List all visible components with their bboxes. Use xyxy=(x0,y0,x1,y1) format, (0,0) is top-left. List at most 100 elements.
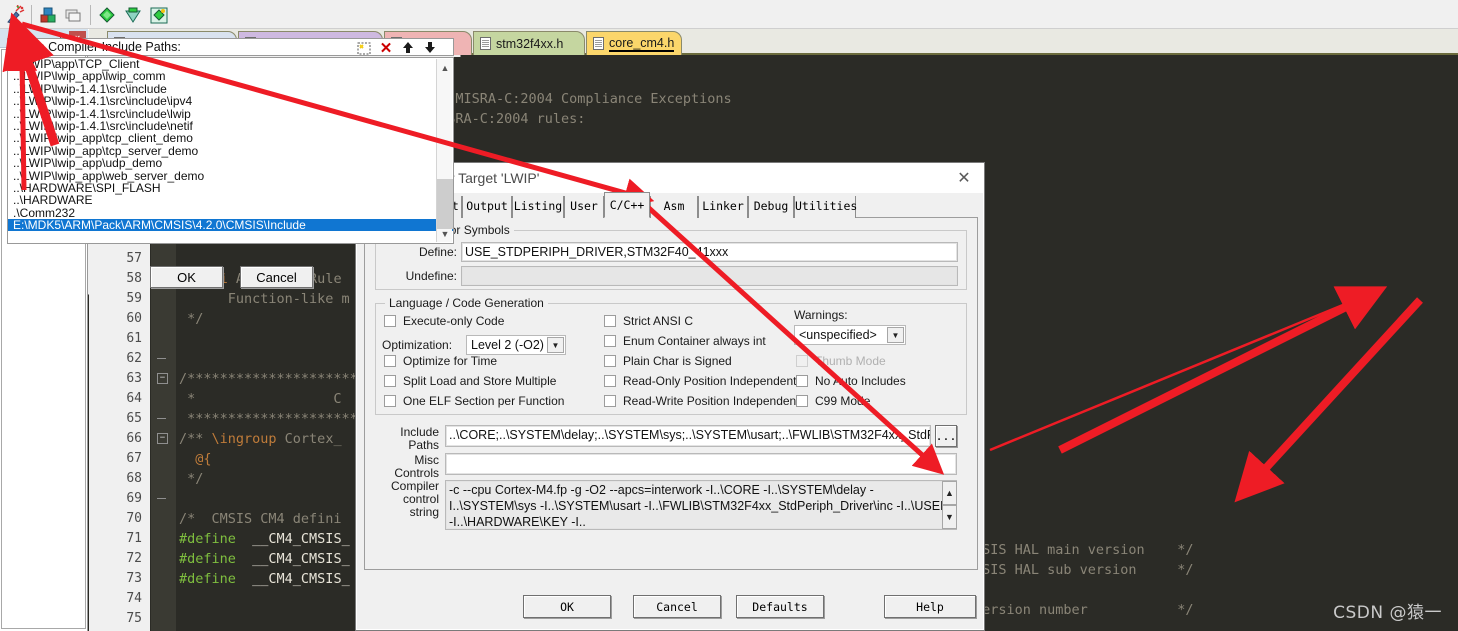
move-down-icon[interactable] xyxy=(420,39,440,56)
fold-toggle-icon[interactable]: − xyxy=(157,433,168,444)
code-line: ********************* xyxy=(179,409,358,429)
code-token: Function-like m xyxy=(179,291,350,307)
preprocessor-symbols-group: Preprocessor Symbols Define: USE_STDPERI… xyxy=(375,230,967,290)
list-item[interactable]: ..\LWIP\lwip-1.4.1\src\include\ipv4 xyxy=(8,95,453,107)
checkbox-read-only-position-independent[interactable]: Read-Only Position Independent xyxy=(604,374,796,388)
undefine-input[interactable] xyxy=(461,266,958,286)
pack-installer-teal-icon[interactable] xyxy=(121,3,145,27)
ok-button[interactable]: OK xyxy=(523,595,611,618)
define-label: Define: xyxy=(382,245,457,259)
checkbox-box-icon xyxy=(384,315,396,327)
file-icon xyxy=(480,37,491,50)
compiler-control-string-label: Compiler control string xyxy=(377,480,439,519)
checkbox-execute-only-code[interactable]: Execute-only Code xyxy=(384,314,504,328)
checkbox-enum-container-always-int[interactable]: Enum Container always int xyxy=(604,334,766,348)
toolbar-separator-2 xyxy=(90,5,91,25)
line-number: 73 xyxy=(126,569,142,589)
line-number: 57 xyxy=(126,249,142,269)
checkbox-one-elf-section-per-function[interactable]: One ELF Section per Function xyxy=(384,394,564,408)
compiler-string-scroll-down-icon[interactable]: ▼ xyxy=(942,505,957,529)
options-tab-utilities[interactable]: Utilities xyxy=(794,196,856,218)
line-number: 59 xyxy=(126,289,142,309)
code-line: /** \ingroup Cortex_ xyxy=(179,429,342,449)
defaults-button[interactable]: Defaults xyxy=(736,595,824,618)
fold-toggle-icon[interactable]: − xyxy=(157,373,168,384)
options-tab-asm[interactable]: Asm xyxy=(650,196,698,218)
checkbox-optimize-for-time[interactable]: Optimize for Time xyxy=(384,354,497,368)
checkbox-label: No Auto Includes xyxy=(815,374,906,388)
options-tab-debug[interactable]: Debug xyxy=(748,196,794,218)
cancel-button[interactable]: Cancel xyxy=(633,595,721,618)
line-number: 74 xyxy=(126,589,142,609)
optimization-label: Optimization: xyxy=(382,338,462,352)
move-up-icon[interactable] xyxy=(398,39,418,56)
pack-installer-multi-icon[interactable] xyxy=(147,3,171,27)
pack-installer-green-icon[interactable] xyxy=(95,3,119,27)
checkbox-label: One ELF Section per Function xyxy=(403,394,564,408)
checkbox-split-load-and-store-multiple[interactable]: Split Load and Store Multiple xyxy=(384,374,556,388)
magic-wand-icon[interactable] xyxy=(3,3,27,27)
cancel-button[interactable]: Cancel xyxy=(240,266,313,288)
list-item[interactable]: ..\LWIP\lwip_app\udp_demo xyxy=(8,157,453,169)
checkbox-label: Execute-only Code xyxy=(403,314,504,328)
list-item[interactable]: ..\LWIP\lwip_app\lwip_comm xyxy=(8,70,453,82)
compiler-control-string-text[interactable]: -c --cpu Cortex-M4.fp -g -O2 --apcs=inte… xyxy=(445,480,957,530)
chevron-down-icon[interactable]: ▼ xyxy=(547,337,564,353)
scroll-up-icon[interactable]: ▲ xyxy=(437,59,453,76)
ok-button[interactable]: OK xyxy=(150,266,223,288)
options-tab-user[interactable]: User xyxy=(564,196,604,218)
checkbox-c99-mode[interactable]: C99 Mode xyxy=(796,394,870,408)
checkbox-strict-ansi-c[interactable]: Strict ANSI C xyxy=(604,314,693,328)
code-line: /********************* xyxy=(179,369,358,389)
include-paths-list-items: ..\LWIP\app\TCP_Client..\LWIP\lwip_app\l… xyxy=(8,58,453,231)
line-number: 62 xyxy=(126,349,142,369)
checkbox-label: Strict ANSI C xyxy=(623,314,693,328)
help-button[interactable]: Help xyxy=(884,595,976,618)
scroll-down-icon[interactable]: ▼ xyxy=(437,225,453,242)
checkbox-thumb-mode: Thumb Mode xyxy=(796,354,886,368)
include-paths-browse-button[interactable]: ... xyxy=(935,425,957,447)
compiler-string-scroll-up-icon[interactable]: ▲ xyxy=(942,481,957,505)
code-line: #define __CM4_CMSIS_ xyxy=(179,529,350,549)
checkbox-read-write-position-independent[interactable]: Read-Write Position Independent xyxy=(604,394,800,408)
checkbox-label: Split Load and Store Multiple xyxy=(403,374,556,388)
define-input[interactable]: USE_STDPERIPH_DRIVER,STM32F40_41xxx xyxy=(461,242,958,262)
file-icon xyxy=(593,37,604,50)
checkbox-plain-char-is-signed[interactable]: Plain Char is Signed xyxy=(604,354,732,368)
target-options-icon[interactable] xyxy=(36,3,60,27)
options-tab-c-c-[interactable]: C/C++ xyxy=(604,192,650,218)
options-tab-listing[interactable]: Listing xyxy=(512,196,564,218)
language-code-generation-group: Language / Code Generation Execute-only … xyxy=(375,303,967,415)
undefine-label: Undefine: xyxy=(382,269,457,283)
close-icon[interactable]: ✕ xyxy=(944,164,984,192)
chevron-down-icon[interactable]: ▼ xyxy=(887,327,904,343)
include-paths-list[interactable]: ..\LWIP\app\TCP_Client..\LWIP\lwip_app\l… xyxy=(7,57,454,244)
code-line: Function-like m xyxy=(179,289,350,309)
list-scrollbar[interactable]: ▲ ▼ xyxy=(436,59,452,242)
code-token: /** xyxy=(179,431,212,447)
cpp-settings-page: Preprocessor Symbols Define: USE_STDPERI… xyxy=(364,218,978,570)
misc-controls-input[interactable] xyxy=(445,453,957,475)
checkbox-box-icon xyxy=(796,375,808,387)
list-item[interactable]: ..\LWIP\lwip_app\tcp_client_demo xyxy=(8,132,453,144)
list-item[interactable]: ..\HARDWARE xyxy=(8,194,453,206)
warnings-select[interactable]: <unspecified> ▼ xyxy=(794,325,906,345)
editor-tab-4[interactable]: core_cm4.h xyxy=(586,31,682,55)
options-tab-output[interactable]: Output xyxy=(462,196,512,218)
list-item[interactable]: E:\MDK5\ARM\Pack\ARM\CMSIS\4.2.0\CMSIS\I… xyxy=(8,219,453,231)
toolbar-separator xyxy=(31,5,32,25)
editor-tab-3[interactable]: stm32f4xx.h xyxy=(473,31,585,55)
warnings-label: Warnings: xyxy=(794,308,848,322)
checkbox-no-auto-includes[interactable]: No Auto Includes xyxy=(796,374,906,388)
include-paths-input[interactable]: ..\CORE;..\SYSTEM\delay;..\SYSTEM\sys;..… xyxy=(445,425,931,447)
code-token: @{ xyxy=(179,451,212,467)
code-token: */ xyxy=(179,471,203,487)
code-token: __CM4_CMSIS_ xyxy=(236,551,350,567)
scrollbar-thumb[interactable] xyxy=(437,179,453,229)
optimization-select[interactable]: Level 2 (-O2) ▼ xyxy=(466,335,566,355)
new-path-icon[interactable] xyxy=(354,39,374,56)
delete-path-icon[interactable]: ✕ xyxy=(376,39,396,56)
manage-windows-icon[interactable] xyxy=(62,3,86,27)
options-tab-linker[interactable]: Linker xyxy=(698,196,748,218)
editor-tab-label: core_cm4.h xyxy=(609,36,674,52)
